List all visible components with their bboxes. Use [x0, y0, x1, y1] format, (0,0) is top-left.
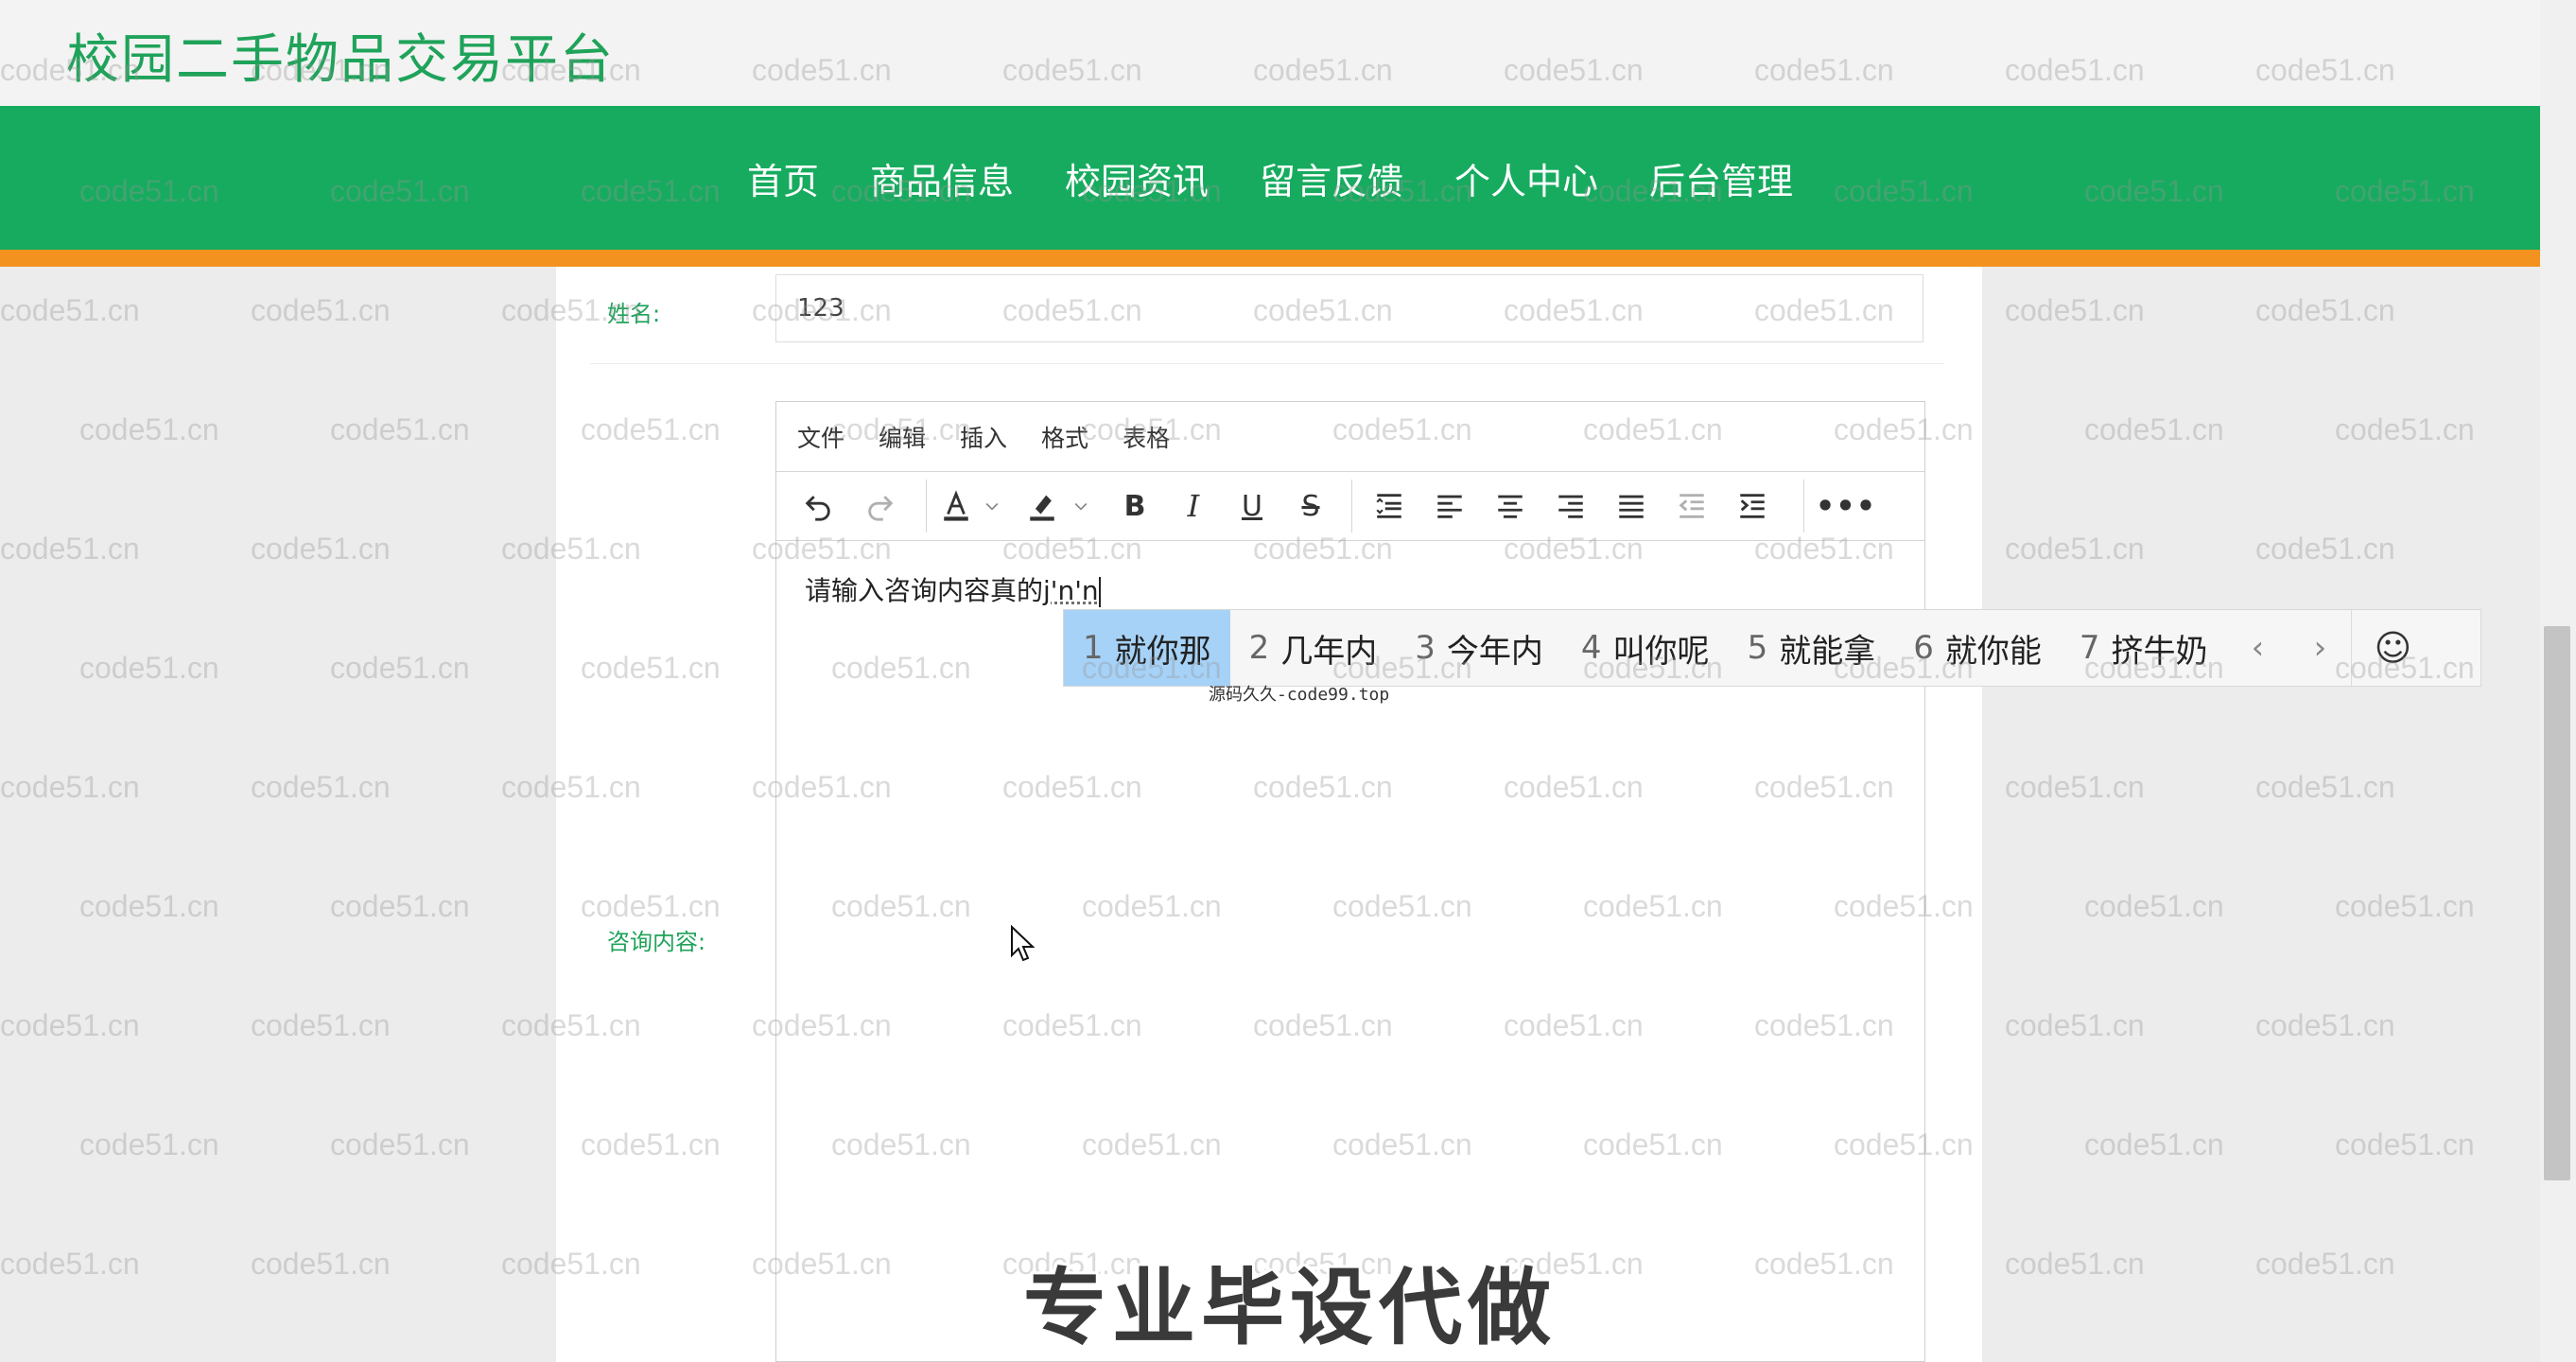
watermark-text: code51.cn — [2005, 1008, 2145, 1042]
promo-banner: 专业毕设代做 — [1023, 1259, 1558, 1356]
watermark-text: code51.cn — [0, 770, 140, 804]
align-center-icon[interactable] — [1480, 472, 1540, 540]
menu-edit[interactable]: 编辑 — [879, 420, 926, 454]
watermark-text: code51.cn — [79, 412, 219, 446]
ime-candidate-bar: 1 就你那 2 几年内 3 今年内 4 叫你呢 5 就能拿 6 就你能 7 挤牛奶 ‹ › ☺ — [1063, 609, 2481, 687]
ime-subtext: 源码久久-code99.top — [1209, 685, 1390, 705]
watermark-text: code51.cn — [2255, 1008, 2395, 1042]
watermark-text: code51.cn — [2084, 1127, 2224, 1161]
site-title[interactable]: 校园二手物品交易平台 — [66, 17, 615, 94]
watermark-text: code51.cn — [251, 1008, 391, 1042]
underline-icon[interactable]: U — [1223, 472, 1281, 540]
menu-format[interactable]: 格式 — [1041, 420, 1088, 454]
site-header: 校园二手物品交易平台 — [0, 0, 2540, 106]
bold-icon[interactable]: B — [1105, 472, 1164, 540]
watermark-text: code51.cn — [0, 293, 140, 327]
menu-table[interactable]: 表格 — [1123, 420, 1170, 454]
watermark-text: code51.cn — [79, 1127, 219, 1161]
ime-candidate[interactable]: 5 就能拿 — [1729, 610, 1895, 686]
watermark-text: code51.cn — [0, 532, 140, 566]
watermark-text: code51.cn — [2005, 293, 2145, 327]
watermark-text: code51.cn — [0, 1008, 140, 1042]
nav-profile[interactable]: 个人中心 — [1454, 152, 1598, 204]
name-input[interactable]: 123 — [775, 274, 1923, 342]
watermark-text: code51.cn — [251, 770, 391, 804]
watermark-text: code51.cn — [2255, 1247, 2395, 1281]
watermark-text: code51.cn — [2255, 532, 2395, 566]
strikethrough-icon[interactable]: S — [1281, 472, 1340, 540]
watermark-text: code51.cn — [79, 889, 219, 923]
align-right-icon[interactable] — [1540, 472, 1601, 540]
more-icon[interactable]: ••• — [1811, 472, 1881, 540]
toolbar-separator — [1803, 480, 1804, 533]
menu-insert[interactable]: 插入 — [960, 420, 1007, 454]
watermark-text: code51.cn — [2084, 889, 2224, 923]
watermark-text: code51.cn — [79, 651, 219, 685]
redo-icon[interactable] — [852, 472, 909, 540]
italic-icon[interactable]: I — [1164, 472, 1223, 540]
content-text: 请输入咨询内容真的 — [805, 575, 1044, 606]
nav-accent-bar — [0, 250, 2540, 267]
watermark-text: code51.cn — [2255, 293, 2395, 327]
justify-icon[interactable] — [1601, 472, 1662, 540]
menu-file[interactable]: 文件 — [797, 420, 844, 454]
font-color-icon[interactable] — [933, 472, 979, 540]
toolbar-separator — [1351, 480, 1352, 533]
watermark-text: code51.cn — [2005, 1247, 2145, 1281]
indent-icon[interactable] — [1722, 472, 1783, 540]
watermark-text: code51.cn — [330, 651, 470, 685]
watermark-text: code51.cn — [2255, 770, 2395, 804]
main-nav: 首页 商品信息 校园资讯 留言反馈 个人中心 后台管理 — [0, 106, 2540, 250]
watermark-text: code51.cn — [330, 412, 470, 446]
editor-toolbar: B I U S ••• — [776, 472, 1924, 541]
align-left-icon[interactable] — [1419, 472, 1480, 540]
watermark-text: code51.cn — [330, 889, 470, 923]
watermark-text: code51.cn — [251, 293, 391, 327]
nav-home[interactable]: 首页 — [747, 152, 819, 204]
ime-candidate[interactable]: 4 叫你呢 — [1562, 610, 1729, 686]
watermark-text: code51.cn — [251, 1247, 391, 1281]
ime-candidate[interactable]: 3 今年内 — [1396, 610, 1562, 686]
watermark-text: code51.cn — [2005, 532, 2145, 566]
chevron-right-icon[interactable]: › — [2289, 610, 2351, 686]
watermark-text: code51.cn — [0, 1247, 140, 1281]
undo-icon[interactable] — [790, 472, 846, 540]
line-height-icon[interactable] — [1359, 472, 1419, 540]
nav-admin[interactable]: 后台管理 — [1649, 152, 1793, 204]
mouse-cursor-icon — [1011, 925, 1035, 962]
ime-candidate[interactable]: 6 就你能 — [1894, 610, 2061, 686]
watermark-text: code51.cn — [251, 532, 391, 566]
name-label: 姓名: — [607, 301, 661, 327]
nav-feedback[interactable]: 留言反馈 — [1260, 152, 1403, 204]
rich-text-editor[interactable]: 文件 编辑 插入 格式 表格 B I U S ••• 请输入咨询内容真的j'n'… — [775, 401, 1925, 1362]
watermark-text: code51.cn — [2005, 770, 2145, 804]
nav-news[interactable]: 校园资讯 — [1065, 152, 1209, 204]
ime-candidate[interactable]: 7 挤牛奶 — [2061, 610, 2227, 686]
nav-products[interactable]: 商品信息 — [870, 152, 1014, 204]
editor-menubar: 文件 编辑 插入 格式 表格 — [776, 402, 1924, 472]
toolbar-separator — [926, 480, 927, 533]
chevron-down-icon[interactable] — [979, 472, 1005, 540]
ime-candidate[interactable]: 2 几年内 — [1230, 610, 1397, 686]
ime-candidate[interactable]: 1 就你那 — [1064, 610, 1230, 686]
chevron-left-icon[interactable]: ‹ — [2226, 610, 2289, 686]
outdent-icon[interactable] — [1662, 472, 1722, 540]
form-divider — [590, 363, 1944, 364]
scrollbar-thumb[interactable] — [2544, 626, 2570, 1180]
content-label: 咨询内容: — [607, 929, 706, 955]
highlight-icon[interactable] — [1017, 472, 1068, 540]
text-caret — [1098, 577, 1101, 607]
composing-text: j'n'n — [1043, 575, 1099, 606]
emoji-icon[interactable]: ☺ — [2351, 610, 2433, 686]
editor-content[interactable]: 请输入咨询内容真的j'n'n — [805, 570, 1101, 608]
watermark-text: code51.cn — [2084, 412, 2224, 446]
watermark-text: code51.cn — [330, 1127, 470, 1161]
chevron-down-icon[interactable] — [1068, 472, 1094, 540]
